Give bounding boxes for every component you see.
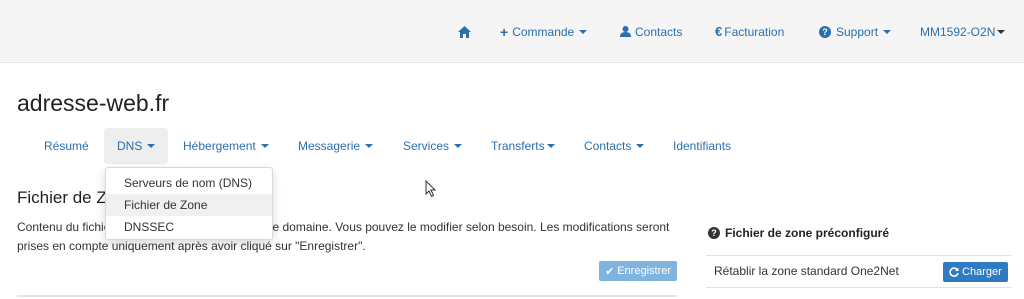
chevron-down-icon xyxy=(997,29,1006,34)
tab-label: Services xyxy=(403,139,450,153)
chevron-down-icon xyxy=(883,29,892,34)
tab-hebergement[interactable]: Hébergement xyxy=(183,128,269,164)
dns-dropdown-menu: Serveurs de nom (DNS) Fichier de Zone DN… xyxy=(105,167,273,240)
commande-label: Commande xyxy=(512,24,575,39)
plus-icon: + xyxy=(500,23,509,40)
save-button[interactable]: ✔ Enregistrer xyxy=(599,261,678,281)
chevron-down-icon xyxy=(147,144,156,148)
home-link[interactable] xyxy=(458,0,471,63)
check-icon: ✔ xyxy=(605,265,615,278)
facturation-label: Facturation xyxy=(724,24,785,39)
tab-label: Résumé xyxy=(44,139,89,153)
chevron-down-icon xyxy=(636,144,645,148)
chevron-down-icon xyxy=(579,29,588,34)
tab-transferts[interactable]: Transferts xyxy=(491,128,555,164)
support-label: Support xyxy=(836,24,879,39)
tab-label: Transferts xyxy=(491,139,545,153)
chevron-down-icon xyxy=(546,144,555,148)
tab-label: Identifiants xyxy=(673,139,732,153)
panel-title: ? Fichier de zone préconfiguré xyxy=(708,226,889,240)
tab-messagerie[interactable]: Messagerie xyxy=(298,128,374,164)
support-menu[interactable]: ? Support xyxy=(819,0,892,63)
top-navbar: + Commande Contacts € Facturation ? Supp… xyxy=(0,0,1024,63)
load-button-label: Charger xyxy=(962,266,1002,278)
tab-label: Hébergement xyxy=(183,139,256,153)
chevron-down-icon xyxy=(454,144,463,148)
contacts-label: Contacts xyxy=(635,24,683,39)
preset-zone-label: Rétablir la zone standard One2Net xyxy=(714,264,899,278)
mouse-cursor-icon xyxy=(425,180,437,198)
menu-item-serveurs-dns[interactable]: Serveurs de nom (DNS) xyxy=(106,172,272,194)
facturation-link[interactable]: € Facturation xyxy=(715,0,784,63)
tab-label: DNS xyxy=(117,139,143,153)
tab-services[interactable]: Services xyxy=(403,128,463,164)
euro-icon: € xyxy=(715,24,723,39)
question-circle-icon: ? xyxy=(708,227,720,239)
divider xyxy=(17,295,677,297)
chevron-down-icon xyxy=(260,144,269,148)
refresh-icon xyxy=(949,267,959,277)
divider xyxy=(706,255,1012,256)
panel-title-label: Fichier de zone préconfiguré xyxy=(725,226,890,240)
tab-identifiants[interactable]: Identifiants xyxy=(673,128,731,164)
menu-item-fichier-zone[interactable]: Fichier de Zone xyxy=(106,194,272,216)
chevron-down-icon xyxy=(365,144,374,148)
tab-contacts[interactable]: Contacts xyxy=(584,128,645,164)
account-menu[interactable]: MM1592-O2N xyxy=(920,0,1006,63)
question-circle-icon: ? xyxy=(819,25,831,38)
load-button[interactable]: Charger xyxy=(943,262,1008,282)
tab-resume[interactable]: Résumé xyxy=(44,128,89,164)
divider xyxy=(706,287,1012,288)
user-icon xyxy=(620,26,631,37)
contacts-link[interactable]: Contacts xyxy=(620,0,682,63)
page-title: adresse-web.fr xyxy=(17,90,170,116)
account-label: MM1592-O2N xyxy=(920,24,996,39)
tab-label: Contacts xyxy=(584,139,632,153)
home-icon xyxy=(458,25,471,38)
tab-label: Messagerie xyxy=(298,139,361,153)
tab-dns[interactable]: DNS xyxy=(104,128,169,164)
commande-menu[interactable]: + Commande xyxy=(500,0,588,63)
menu-item-dnssec[interactable]: DNSSEC xyxy=(106,216,272,238)
save-button-label: Enregistrer xyxy=(617,265,672,277)
